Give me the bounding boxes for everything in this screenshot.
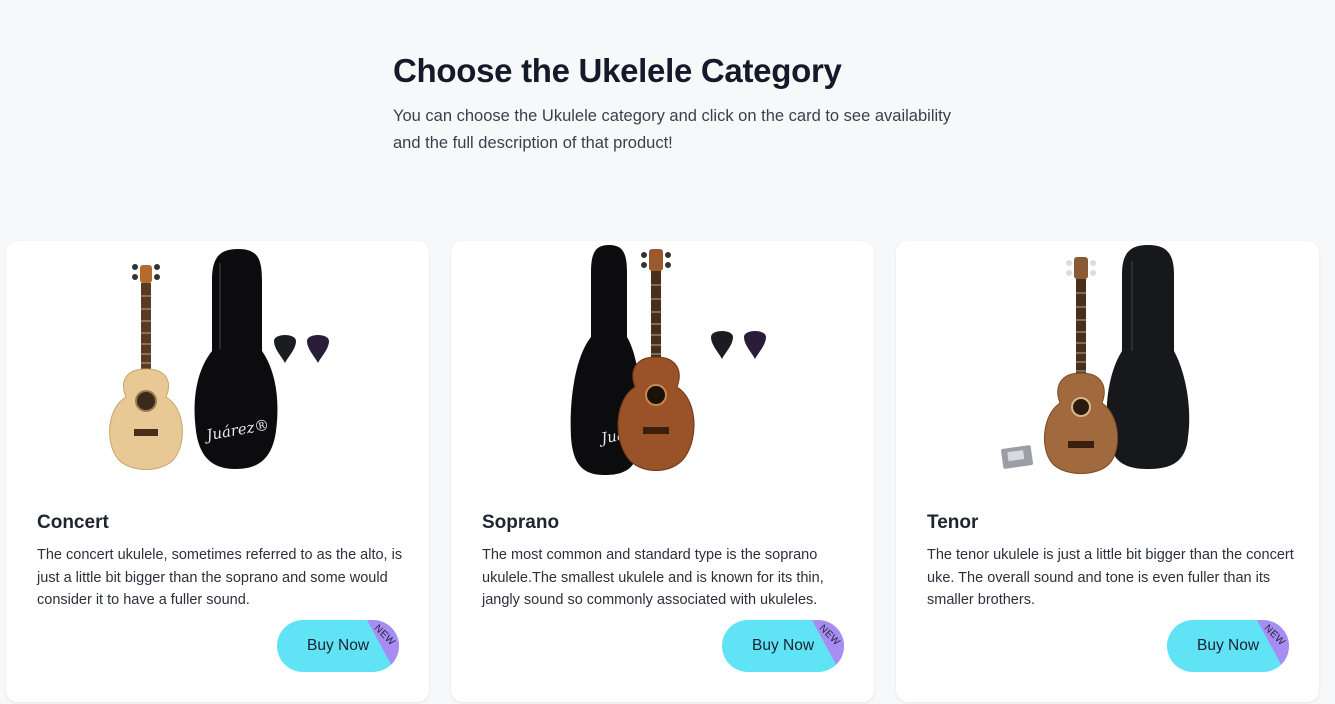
tenor-ukulele-image [896,241,1319,486]
tuner-illustration [1001,445,1033,469]
gig-bag-illustration [1106,245,1190,469]
buy-now-button[interactable]: Buy Now NEW [1167,620,1289,672]
ukulele-illustration [1043,257,1119,474]
concert-ukulele-image: Juárez® [6,241,429,486]
buy-now-button[interactable]: Buy Now NEW [277,620,399,672]
card-description: The most common and standard type is the… [482,547,824,608]
category-cards: Juárez® Concert The concert ukulele, som… [6,241,1330,704]
card-description: The tenor ukulele is just a little bit b… [927,547,1294,608]
new-badge: NEW [355,620,399,672]
card-soprano[interactable]: Juár Soprano The most common and standar… [451,241,874,702]
buy-now-button[interactable]: Buy Now NEW [722,620,844,672]
guitar-picks-illustration [711,331,766,359]
card-title: Tenor [927,512,979,533]
card-description: The concert ukulele, sometimes referred … [37,547,403,608]
soprano-ukulele-image: Juár [451,241,874,486]
ukulele-illustration [109,264,183,470]
new-badge: NEW [800,620,844,672]
new-badge: NEW [1245,620,1289,672]
card-concert[interactable]: Juárez® Concert The concert ukulele, som… [6,241,429,702]
card-tenor[interactable]: Tenor The tenor ukulele is just a little… [896,241,1319,702]
page-title: Choose the Ukelele Category [393,52,842,89]
page-subtitle: You can choose the Ukulele category and … [393,107,951,152]
card-title: Concert [37,512,109,533]
intro-section: Choose the Ukelele Category You can choo… [393,52,993,157]
guitar-picks-illustration [274,335,329,363]
card-title: Soprano [482,512,560,533]
gig-bag-illustration: Juárez® [194,249,278,469]
